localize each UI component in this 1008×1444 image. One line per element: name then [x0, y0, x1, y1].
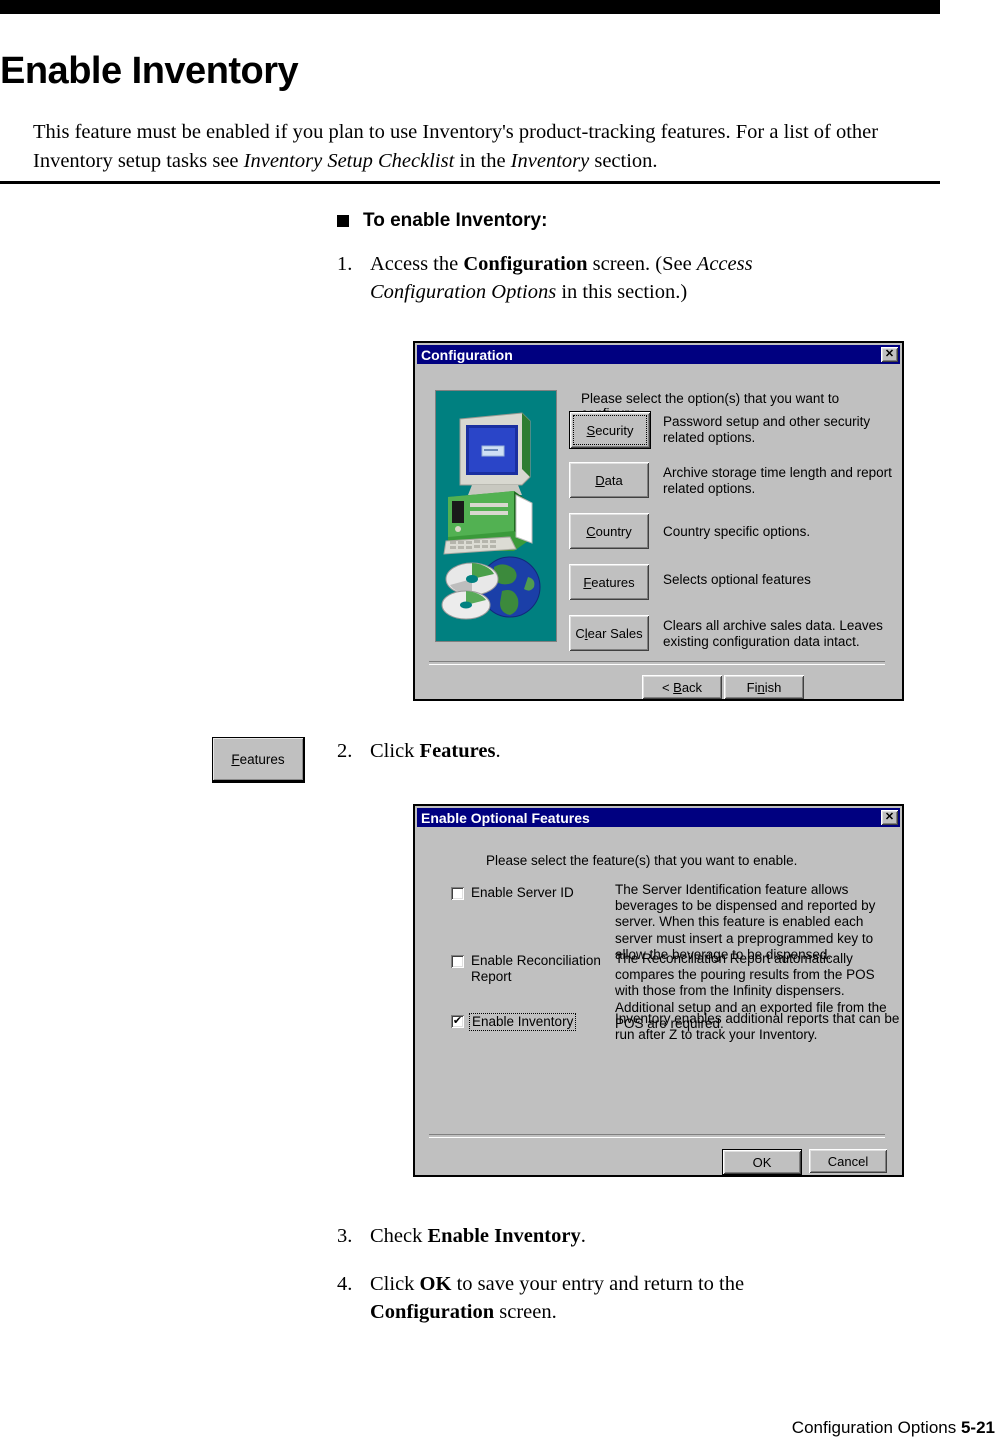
features-footer-separator: [429, 1134, 885, 1138]
configuration-footer-separator: [429, 661, 885, 665]
configuration-dialog-title: Configuration: [421, 346, 513, 363]
procedure-step-1: 1. Access the Configuration screen. (See…: [337, 250, 817, 307]
step-text-pre: Access the: [370, 253, 464, 275]
features-button[interactable]: Features: [569, 564, 649, 600]
country-button-label: Country: [586, 523, 632, 539]
cancel-button[interactable]: Cancel: [809, 1149, 887, 1173]
security-description: Password setup and other security relate…: [663, 414, 871, 445]
features-dialog-title: Enable Optional Features: [421, 809, 590, 826]
features-button-label: Features: [583, 574, 635, 590]
clear-sales-button[interactable]: Clear Sales: [569, 615, 649, 651]
step-text-post: in this section.): [556, 281, 688, 304]
security-button[interactable]: Security: [569, 411, 651, 449]
enable-optional-features-dialog: Enable Optional Features ✕ Please select…: [413, 804, 904, 1177]
step-text-pre: Click: [370, 1273, 420, 1295]
focus-ring: [573, 415, 647, 445]
data-description: Archive storage time length and report r…: [663, 465, 892, 496]
procedure-step-4: 4. Click OK to save your entry and retur…: [337, 1270, 837, 1327]
ok-button-label: OK: [752, 1154, 772, 1170]
checkbox-checked-icon[interactable]: ✔: [451, 1015, 464, 1028]
step-text-bold: Features: [419, 740, 496, 762]
step-text-bold: OK: [419, 1273, 452, 1295]
finish-button[interactable]: Finish: [724, 675, 804, 699]
step-text-post: .: [495, 740, 501, 762]
close-icon[interactable]: ✕: [881, 810, 898, 825]
close-icon[interactable]: ✕: [881, 347, 898, 362]
ok-button[interactable]: OK: [722, 1149, 802, 1175]
page-footer: Configuration Options 5-21: [0, 1418, 995, 1438]
square-bullet-icon: [337, 215, 349, 227]
cancel-button-label: Cancel: [827, 1153, 869, 1169]
enable-inventory-description: Inventory enables additional reports tha…: [615, 1011, 900, 1043]
intro-text-2: in the: [454, 150, 511, 173]
step-text: Check Enable Inventory.: [370, 1222, 857, 1250]
back-button[interactable]: < Back: [642, 675, 722, 699]
footer-section-label: Configuration Options: [791, 1418, 957, 1437]
clear-sales-description: Clears all archive sales data. Leaves ex…: [663, 618, 883, 649]
intro-italic-1: Inventory Setup Checklist: [243, 150, 455, 173]
procedure-step-3: 3. Check Enable Inventory.: [337, 1222, 857, 1250]
checkbox-unchecked-icon[interactable]: [451, 887, 464, 900]
features-dialog-titlebar: Enable Optional Features ✕: [417, 808, 900, 827]
intro-italic-2: Inventory: [510, 150, 590, 173]
country-description: Country specific options.: [663, 524, 811, 539]
step-text-mid: to save your entry and return to the: [451, 1273, 745, 1295]
step-text-pre: Check: [370, 1225, 428, 1247]
clear-sales-button-label: Clear Sales: [575, 625, 643, 641]
margin-features-button-graphic: Features: [212, 737, 305, 783]
configuration-illustration: [435, 390, 557, 642]
margin-features-button-label: Features: [231, 751, 285, 767]
data-button[interactable]: Data: [569, 462, 649, 498]
computer-globe-illustration: [436, 391, 554, 639]
step-text-pre: Click: [370, 740, 420, 762]
step-text: Click OK to save your entry and return t…: [370, 1270, 837, 1327]
step-text: Access the Configuration screen. (See Ac…: [370, 250, 817, 307]
page-title: Enable Inventory: [0, 50, 299, 93]
footer-page-number: 5-21: [960, 1418, 995, 1437]
step-number: 1.: [337, 253, 353, 275]
step-number: 4.: [337, 1273, 353, 1295]
procedure-heading: To enable Inventory:: [337, 210, 547, 232]
intro-paragraph: This feature must be enabled if you plan…: [33, 118, 938, 177]
step-text-post: .: [580, 1225, 586, 1247]
back-button-label: < Back: [661, 679, 703, 695]
step-text-bold2: Configuration: [370, 1301, 495, 1324]
checkbox-unchecked-icon[interactable]: [451, 955, 464, 968]
country-button[interactable]: Country: [569, 513, 649, 549]
step-text-bold: Configuration: [463, 253, 588, 275]
features-description: Selects optional features: [663, 572, 811, 587]
data-button-label: Data: [595, 472, 623, 488]
step-text-post: screen.: [494, 1301, 557, 1324]
step-text-bold: Enable Inventory: [427, 1225, 581, 1247]
features-prompt: Please select the feature(s) that you wa…: [486, 853, 798, 868]
procedure-heading-label: To enable Inventory:: [363, 210, 548, 231]
enable-server-id-label: Enable Server ID: [471, 885, 574, 900]
enable-inventory-label: Enable Inventory: [469, 1013, 577, 1032]
configuration-dialog-titlebar: Configuration ✕: [417, 345, 900, 364]
intro-text-3: section.: [589, 150, 658, 173]
procedure-step-2: 2. Click Features.: [337, 737, 817, 765]
finish-button-label: Finish: [746, 679, 782, 695]
header-divider-rule: [0, 181, 940, 184]
step-text: Click Features.: [370, 737, 817, 765]
step-number: 3.: [337, 1225, 353, 1247]
configuration-dialog: Configuration ✕ Please select the option…: [413, 341, 904, 701]
step-text-mid: screen. (See: [587, 253, 697, 275]
header-black-bar: [0, 0, 940, 14]
enable-reconciliation-report-label: Enable Reconciliation Report: [471, 953, 601, 985]
step-number: 2.: [337, 740, 353, 762]
